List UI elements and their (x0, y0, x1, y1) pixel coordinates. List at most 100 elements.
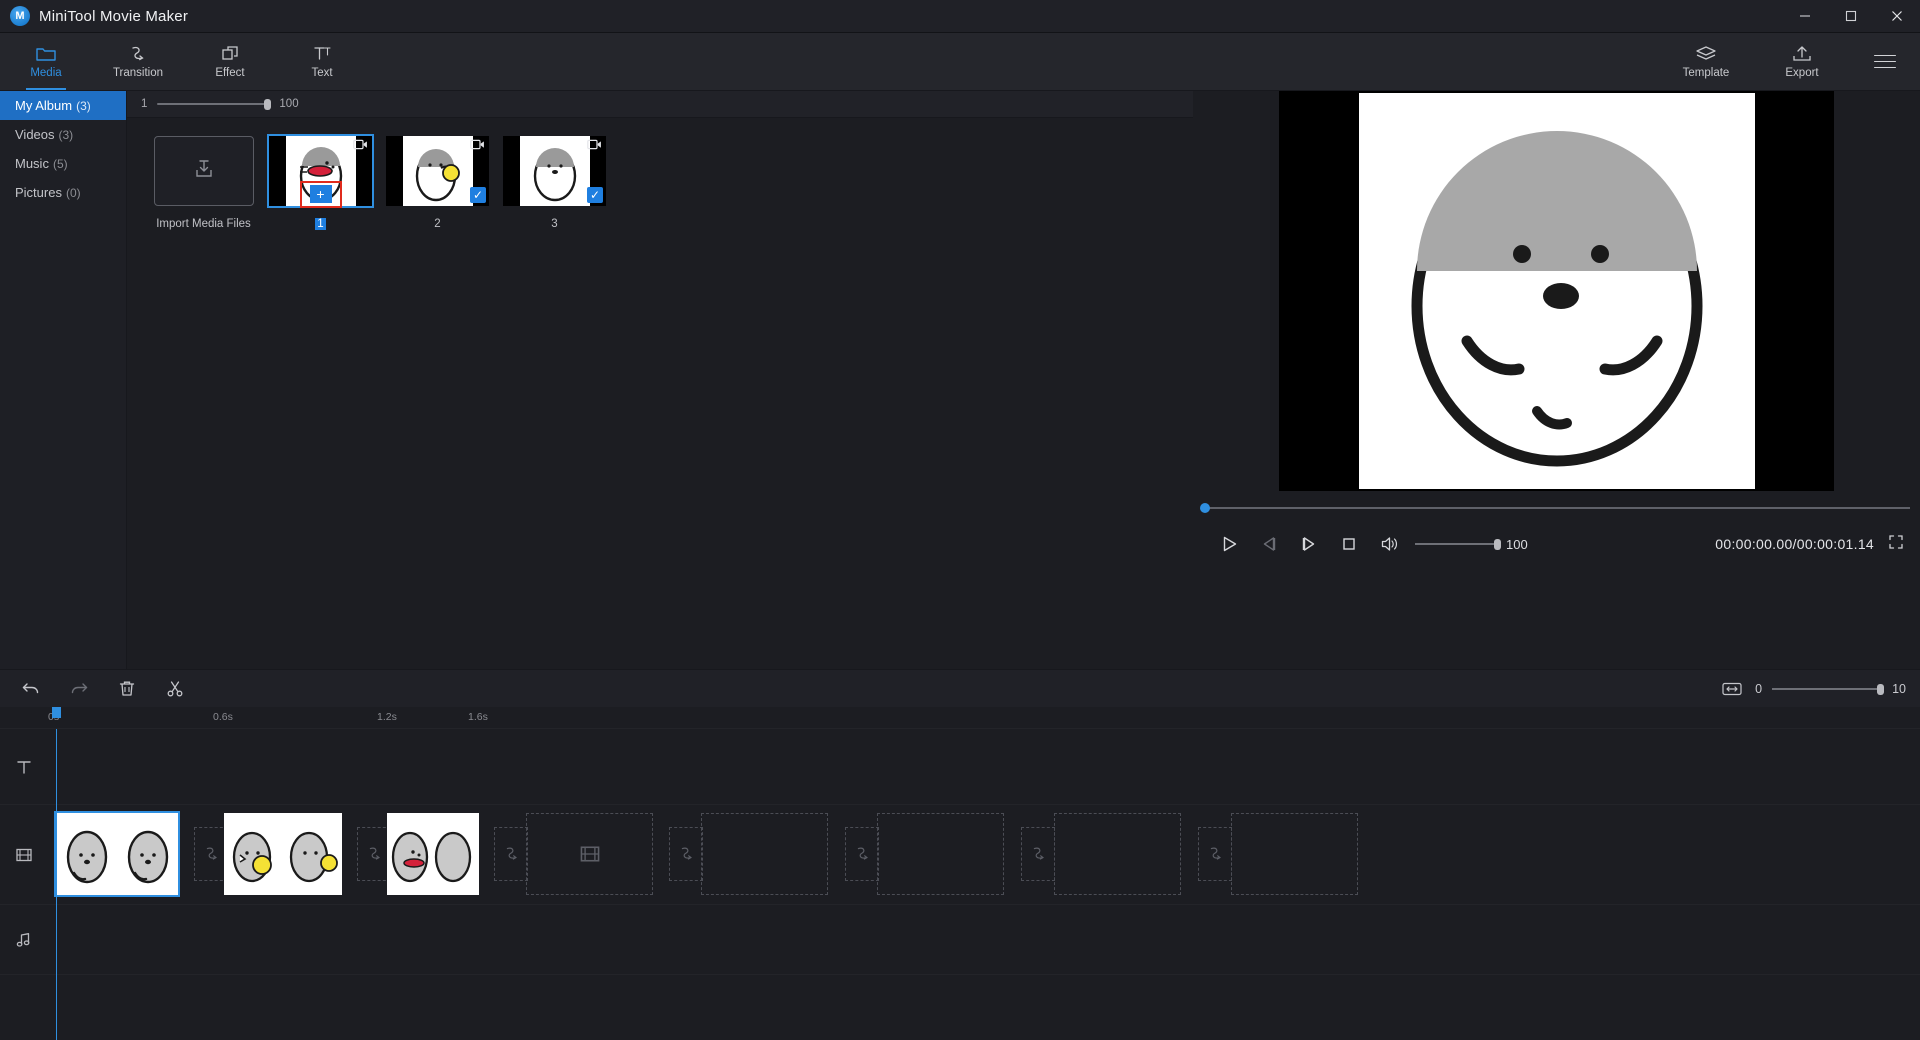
video-badge-icon (470, 139, 484, 150)
play-button[interactable] (1209, 524, 1249, 564)
media-zoom-knob[interactable] (264, 99, 272, 110)
ribbon-toolbar: Media Transition Effect Text Template Ex… (0, 33, 1920, 91)
main-menu-button[interactable] (1850, 33, 1920, 90)
fullscreen-button[interactable] (1888, 534, 1904, 555)
video-track-header[interactable] (0, 805, 48, 904)
media-checkbox-2[interactable]: ✓ (470, 187, 486, 203)
delete-button[interactable] (114, 676, 140, 702)
fit-to-timeline-button[interactable] (1719, 676, 1745, 702)
transition-slot-5[interactable] (845, 827, 879, 881)
export-label: Export (1785, 67, 1819, 79)
import-media-label: Import Media Files (156, 218, 251, 230)
volume-track (1415, 543, 1499, 545)
media-item-3: ✓ 3 (496, 136, 613, 230)
clip-1-frame-a (56, 813, 117, 895)
preview-seek-bar[interactable] (1193, 501, 1920, 515)
bird-tongue-art (387, 815, 433, 893)
audio-track-header[interactable] (0, 905, 48, 974)
transition-slot-icon (681, 847, 692, 860)
volume-button[interactable] (1369, 524, 1409, 564)
preview-frame (1358, 93, 1755, 489)
video-track-body[interactable] (48, 805, 1920, 904)
tab-text[interactable]: Text (276, 33, 368, 90)
sidebar-item-my-album[interactable]: My Album (3) (0, 91, 126, 120)
ruler-tick-1: 0.6s (213, 711, 233, 723)
text-icon (314, 47, 331, 60)
redo-button[interactable] (66, 676, 92, 702)
transition-slot-icon (206, 847, 217, 860)
sidebar-item-music[interactable]: Music (5) (0, 149, 126, 178)
close-button[interactable] (1874, 0, 1920, 33)
previous-frame-icon (1263, 537, 1276, 551)
stop-button[interactable] (1329, 524, 1369, 564)
transition-slot-3[interactable] (494, 827, 528, 881)
transition-slot-icon (857, 847, 868, 860)
media-item-1: + 1 (262, 134, 379, 230)
tab-transition-label: Transition (112, 67, 164, 79)
text-track-body[interactable] (48, 729, 1920, 804)
volume-slider[interactable] (1415, 538, 1501, 550)
sidebar-my-album-label: My Album (15, 98, 73, 113)
next-frame-button[interactable] (1289, 524, 1329, 564)
undo-button[interactable] (18, 676, 44, 702)
audio-track-body[interactable] (48, 905, 1920, 974)
text-track-header[interactable] (0, 729, 48, 804)
sidebar-item-videos[interactable]: Videos (3) (0, 120, 126, 149)
preview-seek-track (1203, 507, 1910, 509)
tab-transition[interactable]: Transition (92, 33, 184, 90)
preview-seek-handle[interactable] (1200, 503, 1210, 513)
previous-frame-button[interactable] (1249, 524, 1289, 564)
clip-1-frame-b (117, 813, 178, 895)
app-logo-icon: M (10, 6, 30, 26)
timeline-zoom-slider[interactable] (1772, 683, 1885, 695)
minimize-button[interactable] (1782, 0, 1828, 33)
media-thumbnail-3[interactable]: ✓ (503, 136, 606, 206)
empty-clip-slot-2[interactable] (701, 813, 828, 895)
export-button[interactable]: Export (1754, 33, 1850, 90)
transition-slot-6[interactable] (1021, 827, 1055, 881)
transition-slot-7[interactable] (1198, 827, 1232, 881)
bird-plain-art (519, 136, 590, 206)
preview-controls: 100 00:00:00.00/00:00:01.14 (1193, 515, 1920, 573)
transition-slot-1[interactable] (194, 827, 228, 881)
empty-clip-slot-4[interactable] (1054, 813, 1181, 895)
media-thumbnail-2[interactable]: ✓ (386, 136, 489, 206)
media-thumbnail-1[interactable]: + (267, 134, 374, 208)
add-to-timeline-button-1[interactable]: + (309, 185, 332, 203)
preview-canvas (1279, 91, 1834, 491)
import-media-button[interactable] (153, 136, 254, 206)
transition-slot-icon (1033, 847, 1044, 860)
media-checkbox-3[interactable]: ✓ (587, 187, 603, 203)
maximize-button[interactable] (1828, 0, 1874, 33)
bird-plain-art (118, 815, 177, 893)
media-zoom-slider[interactable] (157, 98, 272, 110)
transition-slot-4[interactable] (669, 827, 703, 881)
tab-media[interactable]: Media (0, 33, 92, 90)
sidebar-item-pictures[interactable]: Pictures (0) (0, 178, 126, 207)
timeline-ruler[interactable]: 0s 0.6s 1.2s 1.6s (0, 707, 1920, 729)
empty-clip-slot-5[interactable] (1231, 813, 1358, 895)
preview-bird-art (1411, 131, 1702, 467)
video-track-row (0, 805, 1920, 905)
volume-knob[interactable] (1494, 539, 1501, 550)
audio-track-row (0, 905, 1920, 975)
bird-tongue-art (433, 815, 479, 893)
media-panel: 1 100 Import Media Files + 1 ✓ 2 ✓ 3 (127, 91, 1193, 669)
transition-slot-2[interactable] (357, 827, 391, 881)
timeline-tracks (0, 729, 1920, 1040)
timeline-zoom-knob[interactable] (1877, 683, 1885, 695)
text-track-row (0, 729, 1920, 805)
template-button[interactable]: Template (1658, 33, 1754, 90)
split-button[interactable] (162, 676, 188, 702)
empty-clip-slot-1[interactable] (526, 813, 653, 895)
bird-sparkle-art (284, 815, 341, 893)
app-logo-letter: M (15, 10, 25, 22)
ribbon-right-group: Template Export (1658, 33, 1920, 90)
timeline-clip-1[interactable] (54, 811, 180, 897)
empty-clip-slot-3[interactable] (877, 813, 1004, 895)
tab-effect[interactable]: Effect (184, 33, 276, 90)
timeline-clip-3[interactable] (387, 813, 479, 895)
playhead-handle[interactable] (52, 707, 61, 718)
timeline-clip-2[interactable] (224, 813, 342, 895)
minimize-icon (1800, 15, 1810, 17)
